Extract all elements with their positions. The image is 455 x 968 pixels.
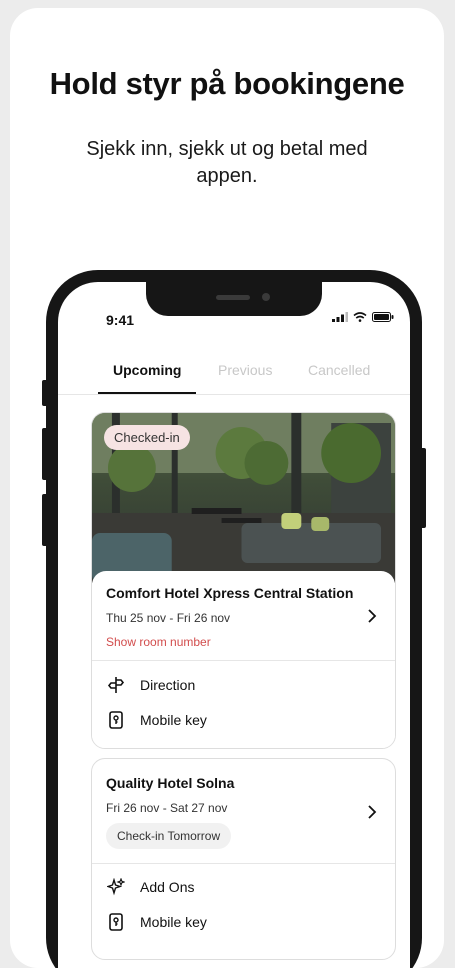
mobile-key-action[interactable]: Mobile key: [106, 710, 207, 730]
booking-card-comfort[interactable]: Checked-in Comfort Hotel Xpress Central …: [91, 412, 396, 749]
wifi-icon: [353, 312, 367, 322]
subline: Sjekk inn, sjekk ut og betal med appen.: [86, 138, 368, 187]
mobile-key-label: Mobile key: [140, 914, 207, 930]
chevron-right-icon[interactable]: [367, 609, 377, 623]
mobile-key-icon: [106, 912, 126, 932]
sparkle-icon: [106, 877, 126, 897]
promo-card: Hold styr på bookingene Sjekk inn, sjekk…: [10, 8, 444, 968]
mobile-key-icon: [106, 710, 126, 730]
booking-dates: Thu 25 nov - Fri 26 nov: [106, 611, 231, 625]
hotel-name: Comfort Hotel Xpress Central Station: [106, 585, 354, 601]
tab-previous[interactable]: Previous: [218, 362, 272, 378]
phone-frame: 9:41 Upcoming Previous Cancelled Checked…: [46, 270, 422, 968]
status-icons: [332, 312, 394, 322]
signal-icon: [332, 312, 348, 322]
direction-action[interactable]: Direction: [106, 675, 195, 695]
direction-label: Direction: [140, 677, 196, 693]
add-ons-action[interactable]: Add Ons: [106, 877, 194, 897]
battery-icon: [372, 312, 394, 322]
divider: [92, 660, 395, 661]
chevron-right-icon[interactable]: [367, 805, 377, 819]
booking-tabs: Upcoming Previous Cancelled: [58, 348, 410, 395]
booking-card-quality[interactable]: Quality Hotel Solna Fri 26 nov - Sat 27 …: [91, 758, 396, 960]
status-badge: Checked-in: [104, 425, 190, 450]
mobile-key-action[interactable]: Mobile key: [106, 912, 207, 932]
add-ons-label: Add Ons: [140, 879, 195, 895]
booking-dates: Fri 26 nov - Sat 27 nov: [106, 801, 228, 815]
active-tab-indicator: [98, 392, 196, 394]
show-room-number-link[interactable]: Show room number: [106, 635, 211, 649]
signpost-icon: [106, 675, 126, 695]
camera-icon: [262, 293, 270, 301]
tab-cancelled[interactable]: Cancelled: [308, 362, 370, 378]
divider: [92, 863, 395, 864]
checkin-badge: Check-in Tomorrow: [106, 823, 232, 849]
tab-upcoming[interactable]: Upcoming: [113, 362, 181, 378]
hotel-name: Quality Hotel Solna: [106, 775, 235, 791]
phone-screen: 9:41 Upcoming Previous Cancelled Checked…: [58, 282, 410, 968]
speaker: [216, 295, 250, 300]
status-time: 9:41: [106, 312, 135, 328]
mobile-key-label: Mobile key: [140, 712, 207, 728]
notch: [146, 282, 322, 316]
headline: Hold styr på bookingene: [49, 66, 405, 101]
